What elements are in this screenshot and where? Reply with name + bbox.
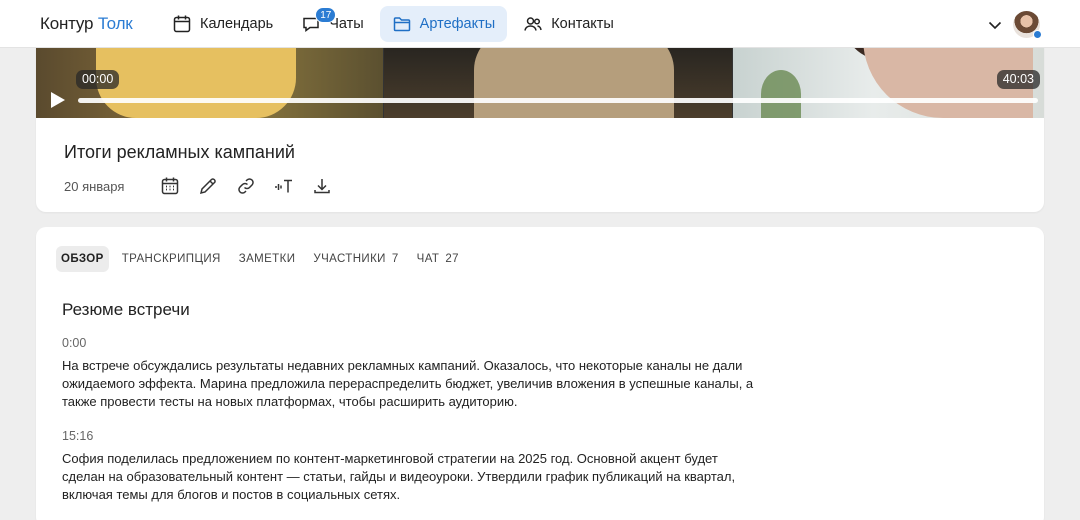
nav-item-label: Артефакты — [419, 16, 496, 32]
play-icon[interactable] — [50, 91, 66, 109]
current-time-label: 00:00 — [76, 70, 120, 89]
calendar-icon — [161, 177, 179, 195]
summary-segment: 15:16 София поделилась предложением по к… — [62, 429, 762, 504]
meeting-title: Итоги рекламных кампаний — [64, 142, 295, 162]
unread-badge: 17 — [315, 7, 337, 23]
content-tabs: ОБЗОР ТРАНСКРИПЦИЯ ЗАМЕТКИ УЧАСТНИКИ 7 Ч… — [56, 246, 472, 272]
segment-timestamp[interactable]: 15:16 — [62, 429, 762, 443]
main-nav: Календарь 17 Чаты Артефакты Контакты — [160, 6, 630, 42]
tab-transcription[interactable]: ТРАНСКРИПЦИЯ — [117, 246, 226, 272]
tab-chat[interactable]: ЧАТ 27 — [412, 246, 464, 272]
logo-text-accent: Толк — [97, 14, 133, 33]
tab-participants[interactable]: УЧАСТНИКИ 7 — [308, 246, 403, 272]
calendar-button[interactable] — [158, 174, 182, 198]
online-status-dot — [1033, 30, 1042, 39]
tab-overview[interactable]: ОБЗОР — [56, 246, 109, 272]
copy-link-button[interactable] — [234, 174, 258, 198]
tab-count: 7 — [391, 253, 399, 265]
summary-title: Резюме встречи — [62, 300, 190, 319]
tab-label: ОБЗОР — [61, 253, 104, 265]
tab-notes[interactable]: ЗАМЕТКИ — [234, 246, 301, 272]
user-avatar[interactable] — [1013, 11, 1042, 39]
download-button[interactable] — [310, 174, 334, 198]
nav-item-label: Контакты — [551, 16, 614, 32]
tab-count: 27 — [445, 253, 459, 265]
nav-item-calendar[interactable]: Календарь — [160, 6, 285, 42]
pencil-icon — [199, 178, 216, 195]
meeting-content-card: ОБЗОР ТРАНСКРИПЦИЯ ЗАМЕТКИ УЧАСТНИКИ 7 Ч… — [36, 227, 1044, 520]
segment-timestamp[interactable]: 0:00 — [62, 336, 762, 350]
tab-label: ЗАМЕТКИ — [238, 253, 296, 265]
tab-label: ЧАТ — [416, 253, 440, 265]
folder-icon — [393, 17, 410, 32]
segment-text: На встрече обсуждались результаты недавн… — [62, 358, 754, 409]
nav-item-contacts[interactable]: Контакты — [511, 6, 626, 42]
app-logo[interactable]: Контур Толк — [40, 14, 133, 34]
contacts-icon — [524, 17, 542, 31]
summary-segment: 0:00 На встрече обсуждались результаты н… — [62, 336, 762, 411]
nav-item-label: Календарь — [200, 16, 274, 32]
top-navigation-bar: Контур Толк Календарь 17 Чаты Артефакты … — [0, 0, 1080, 48]
chevron-down-icon[interactable] — [986, 16, 1004, 34]
edit-button[interactable] — [196, 174, 220, 198]
nav-item-artifacts[interactable]: Артефакты — [379, 6, 508, 42]
tab-label: УЧАСТНИКИ — [313, 253, 386, 265]
meeting-date: 20 января — [64, 178, 125, 194]
link-icon — [238, 178, 254, 194]
calendar-icon — [173, 15, 191, 33]
logo-text-main: Контур — [40, 14, 94, 33]
meeting-card: 00:00 40:03 Итоги рекламных кампаний 20 … — [36, 20, 1044, 212]
nav-item-chats[interactable]: 17 Чаты — [289, 6, 375, 42]
video-progress-bar[interactable] — [78, 98, 1038, 103]
tab-label: ТРАНСКРИПЦИЯ — [121, 253, 221, 265]
meeting-toolbar: 20 января — [64, 174, 348, 198]
segment-text: София поделилась предложением по контент… — [62, 451, 736, 502]
transcript-text-button[interactable] — [272, 174, 296, 198]
download-icon — [314, 179, 330, 194]
duration-label: 40:03 — [996, 70, 1040, 89]
text-wave-icon — [275, 179, 292, 193]
